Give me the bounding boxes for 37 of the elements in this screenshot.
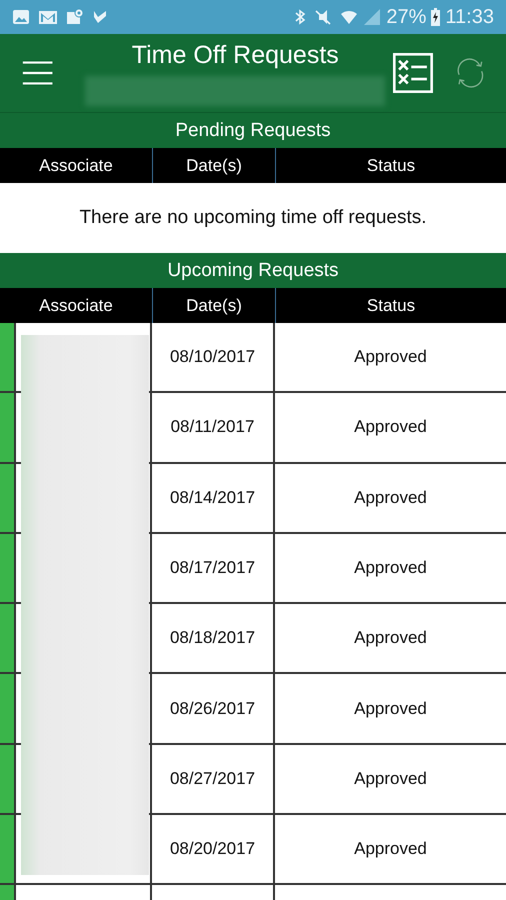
empty-message: There are no upcoming time off requests. <box>78 206 428 230</box>
table-cell: 08/10/2017 <box>152 323 275 392</box>
column-header: Associate <box>38 154 114 176</box>
table-cell-text: Approved <box>353 627 428 650</box>
table-cell: 08/11/2017 <box>152 393 275 462</box>
screen-title: Time Off Requests <box>132 40 339 70</box>
table-cell: 08/27/2017 <box>152 744 275 814</box>
table-cell-text: Approved <box>353 768 428 790</box>
checklist-icon[interactable] <box>393 50 434 96</box>
table-cell-text: Approved <box>353 838 428 860</box>
checkmark-icon <box>92 8 108 26</box>
clock: 11:33 <box>445 6 494 28</box>
signal-icon <box>363 8 382 26</box>
battery-percent: 27% <box>386 6 426 28</box>
battery-icon <box>431 8 440 26</box>
column-header: Status <box>275 288 506 323</box>
table-cell: 08/17/2017 <box>152 534 275 602</box>
column-header: Associate <box>38 294 114 316</box>
mail-icon <box>38 8 58 26</box>
table-cell: 08/26/2017 <box>152 674 275 743</box>
table-cell-text: Approved <box>353 416 428 438</box>
table-cell-text: Approved <box>353 346 428 368</box>
table-cell: 08/14/2017 <box>152 464 275 532</box>
table-cell-text: Approved <box>353 557 428 580</box>
section-title: Upcoming Requests <box>0 253 506 288</box>
column-header: Status <box>275 148 506 183</box>
gallery-icon <box>12 8 30 26</box>
map-pin-icon <box>66 8 84 26</box>
section-title: Pending Requests <box>0 113 506 148</box>
table-cell-text: Approved <box>353 698 428 720</box>
bluetooth-icon <box>294 8 306 26</box>
table-cell-text: Approved <box>353 486 428 509</box>
table-cell: 08/18/2017 <box>152 604 275 672</box>
wifi-icon <box>340 8 358 26</box>
table-cell: 08/20/2017 <box>152 815 275 884</box>
column-header: Date(s) <box>152 288 275 323</box>
column-header: Date(s) <box>152 148 275 183</box>
